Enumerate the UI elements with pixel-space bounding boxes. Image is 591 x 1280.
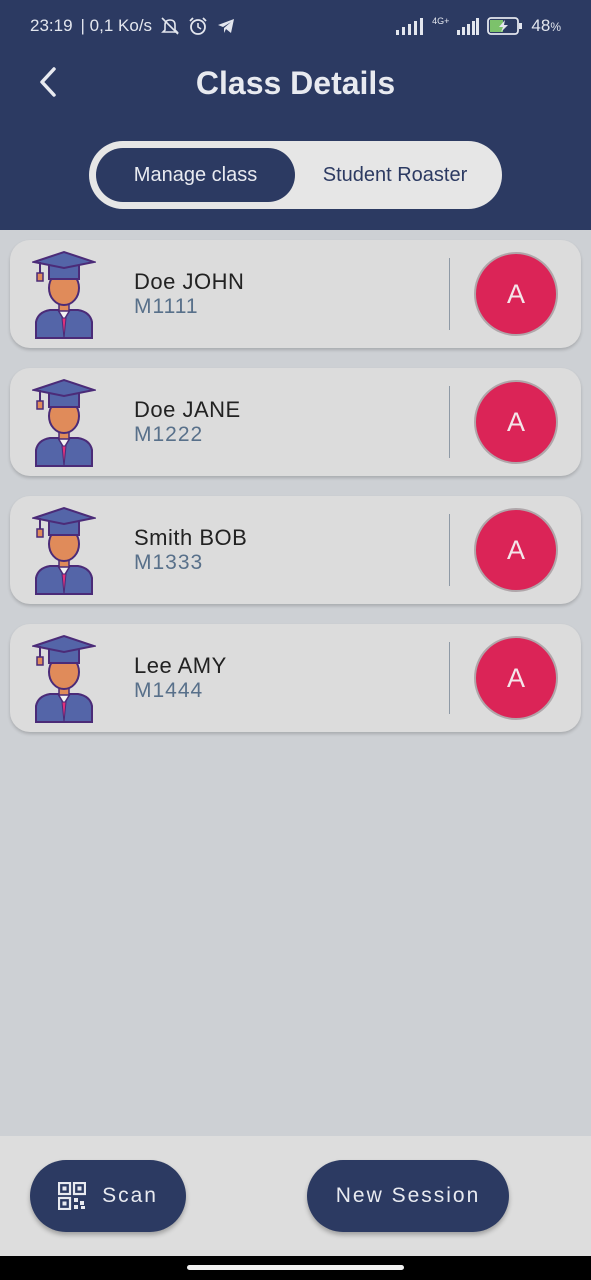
attendance-status-button[interactable]: A <box>474 636 558 720</box>
student-card[interactable]: Lee AMY M1444 A <box>10 624 581 732</box>
scan-button[interactable]: Scan <box>30 1160 186 1232</box>
status-right: 4G+ 48% <box>396 16 561 36</box>
divider <box>449 642 450 714</box>
status-time: 23:19 <box>30 16 73 35</box>
attendance-status-button[interactable]: A <box>474 252 558 336</box>
page-title: Class Details <box>195 64 396 101</box>
segmented-control: Manage class Student Roaster <box>89 141 502 209</box>
divider <box>449 258 450 330</box>
student-name: Smith BOB <box>134 525 248 550</box>
student-list: Doe JOHN M1111 A Doe JANE M1222 A Smith … <box>10 240 581 752</box>
graduate-avatar-icon <box>32 504 96 596</box>
attendance-status-button[interactable]: A <box>474 380 558 464</box>
status-speed: | 0,1 Ko/s <box>80 16 153 35</box>
status-bar: 23:19 | 0,1 Ko/s 4G+ 48% <box>0 0 591 52</box>
bell-off-icon <box>161 17 179 35</box>
student-id: M1111 <box>134 295 199 318</box>
student-card[interactable]: Doe JOHN M1111 A <box>10 240 581 348</box>
back-button[interactable] <box>28 62 68 102</box>
student-card[interactable]: Doe JANE M1222 A <box>10 368 581 476</box>
chevron-left-icon <box>40 67 56 97</box>
qr-code-icon <box>58 1182 87 1210</box>
tab-manage-class[interactable]: Manage class <box>96 148 295 202</box>
divider <box>449 514 450 586</box>
student-id: M1333 <box>134 551 204 574</box>
student-id: M1222 <box>134 423 204 446</box>
battery-charging-icon <box>487 17 523 35</box>
graduate-avatar-icon <box>32 632 96 724</box>
divider <box>449 386 450 458</box>
alarm-icon <box>189 17 207 35</box>
student-name: Lee AMY <box>134 653 227 678</box>
attendance-status-button[interactable]: A <box>474 508 558 592</box>
header: 23:19 | 0,1 Ko/s 4G+ 48% Class Details M… <box>0 0 591 230</box>
signal-icon <box>396 18 424 35</box>
network-type: 4G+ <box>432 16 450 26</box>
scan-label: Scan <box>102 1184 158 1207</box>
student-card[interactable]: Smith BOB M1333 A <box>10 496 581 604</box>
tab-student-roaster[interactable]: Student Roaster <box>295 148 495 202</box>
student-name: Doe JOHN <box>134 269 245 294</box>
graduate-avatar-icon <box>32 248 96 340</box>
student-name: Doe JANE <box>134 397 241 422</box>
graduate-avatar-icon <box>32 376 96 468</box>
student-id: M1444 <box>134 679 204 702</box>
app-bar: Class Details <box>0 52 591 114</box>
status-left: 23:19 | 0,1 Ko/s <box>30 16 236 36</box>
system-nav-bar <box>0 1256 591 1280</box>
telegram-icon <box>218 19 235 33</box>
battery-percent: 48% <box>531 16 561 35</box>
signal-icon <box>457 18 480 35</box>
new-session-button[interactable]: New Session <box>307 1160 509 1232</box>
bottom-action-bar: Scan New Session <box>0 1136 591 1256</box>
home-indicator[interactable] <box>187 1265 404 1270</box>
